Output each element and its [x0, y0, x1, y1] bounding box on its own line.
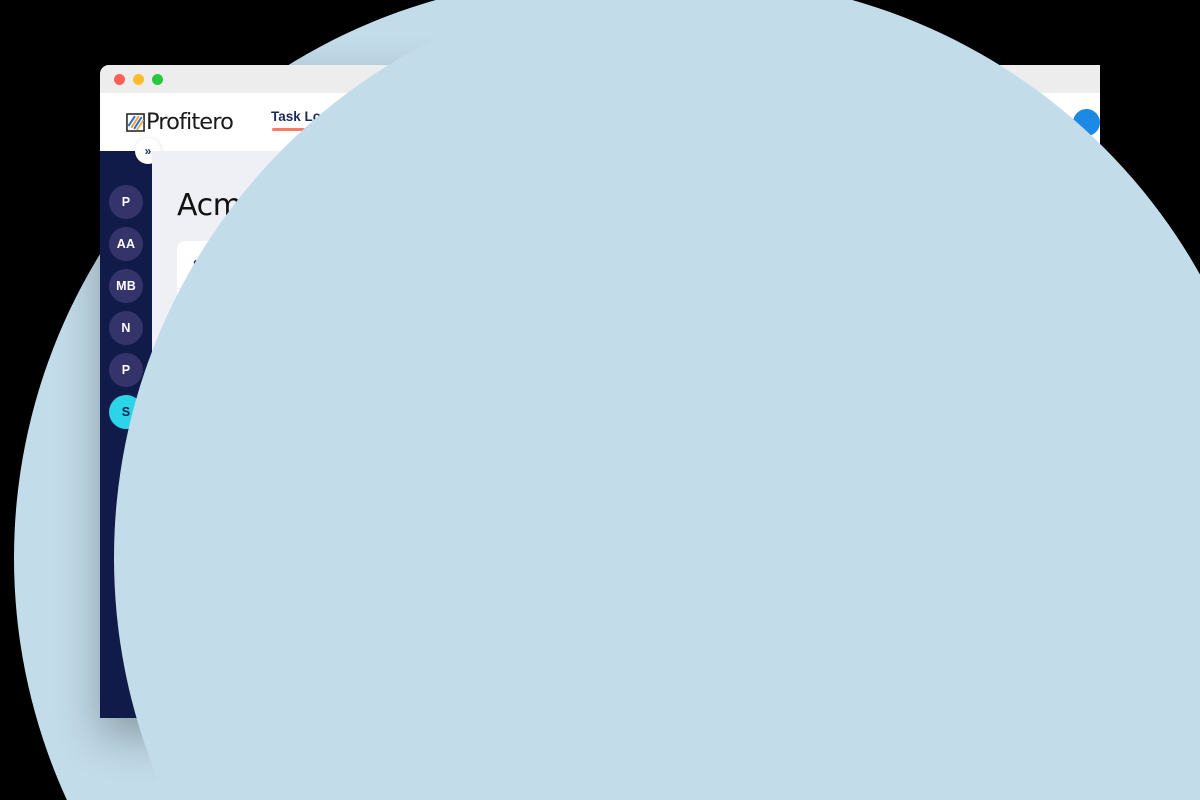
- minimize-window-button[interactable]: [133, 73, 144, 85]
- screenshot-stage: Profitero Task Log » P AA MB N P S Searc…: [0, 0, 1200, 800]
- profitero-logo-mark: [126, 112, 145, 132]
- sidebar-item-mb[interactable]: MB: [109, 269, 143, 303]
- profitero-logo-text: Profitero: [146, 109, 234, 135]
- sidebar-item-n[interactable]: N: [109, 311, 143, 345]
- sidebar-item-aa[interactable]: AA: [109, 227, 143, 261]
- viewport-right-mask: [114, 0, 1200, 800]
- sidebar-item-p2[interactable]: P: [109, 353, 143, 387]
- close-window-button[interactable]: [114, 73, 125, 85]
- profitero-logo[interactable]: Profitero: [126, 109, 234, 135]
- zoom-window-button[interactable]: [152, 73, 163, 85]
- sidebar-item-p1[interactable]: P: [109, 185, 143, 219]
